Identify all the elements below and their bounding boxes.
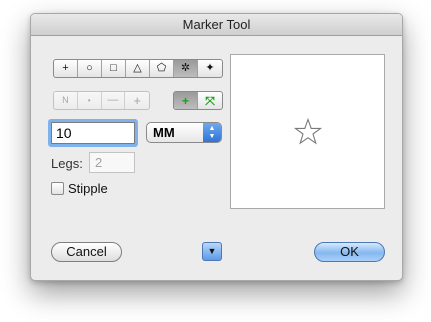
circle-marker-icon: ○ (86, 62, 93, 74)
legs-label: Legs: (51, 156, 83, 171)
pentagon-marker-icon: ⬠ (156, 62, 167, 74)
stipple-checkbox[interactable] (51, 182, 64, 195)
dot-style-icon: • (87, 95, 91, 105)
n-style-button[interactable]: N (54, 92, 78, 109)
dash-style-icon: — (107, 94, 119, 106)
cancel-button[interactable]: Cancel (51, 242, 122, 262)
plus-marker-icon: + (62, 62, 69, 74)
marker-shape-bar: + ○ □ △ ⬠ ✲ ✦ (53, 59, 223, 78)
green-expand-button[interactable]: ⤧ (198, 92, 222, 109)
plus-marker-button[interactable]: + (54, 60, 78, 77)
green-plus-button[interactable]: + (174, 92, 198, 109)
dash-style-button[interactable]: — (102, 92, 126, 109)
legs-input[interactable]: 2 (89, 152, 135, 173)
window-title: Marker Tool (31, 14, 402, 36)
marker-tool-dialog: Marker Tool + ○ □ △ ⬠ ✲ ✦ N • — + + ⤧ MM… (30, 13, 403, 281)
spike-marker-icon: ✦ (205, 62, 215, 74)
units-popup[interactable]: MM ▲ ▼ (146, 122, 222, 143)
units-value: MM (153, 125, 175, 140)
n-style-icon: N (62, 95, 69, 105)
star-marker-button[interactable]: ✲ (174, 60, 198, 77)
spike-marker-button[interactable]: ✦ (198, 60, 222, 77)
size-input[interactable] (51, 122, 135, 144)
popup-arrows-icon: ▲ ▼ (203, 123, 221, 142)
circle-marker-button[interactable]: ○ (78, 60, 102, 77)
triangle-marker-icon: △ (133, 62, 142, 74)
pentagon-marker-button[interactable]: ⬠ (150, 60, 174, 77)
triangle-marker-button[interactable]: △ (126, 60, 150, 77)
marker-mode-bar: + ⤧ (173, 91, 223, 110)
green-expand-icon: ⤧ (205, 93, 215, 108)
dot-style-button[interactable]: • (78, 92, 102, 109)
options-menu-button[interactable]: ▼ (202, 242, 222, 261)
triangle-down-icon: ▼ (207, 246, 217, 256)
marker-preview (230, 54, 385, 209)
plus-style-button[interactable]: + (125, 92, 149, 109)
star-marker-icon: ✲ (180, 62, 191, 74)
star-preview-icon (294, 118, 322, 145)
square-marker-button[interactable]: □ (102, 60, 126, 77)
green-plus-icon: + (181, 93, 189, 108)
line-style-bar: N • — + (53, 91, 150, 110)
square-marker-icon: □ (110, 62, 117, 74)
ok-button[interactable]: OK (314, 242, 385, 262)
stipple-checkbox-row[interactable]: Stipple (51, 181, 108, 196)
stipple-label: Stipple (68, 181, 108, 196)
plus-style-icon: + (133, 93, 141, 108)
